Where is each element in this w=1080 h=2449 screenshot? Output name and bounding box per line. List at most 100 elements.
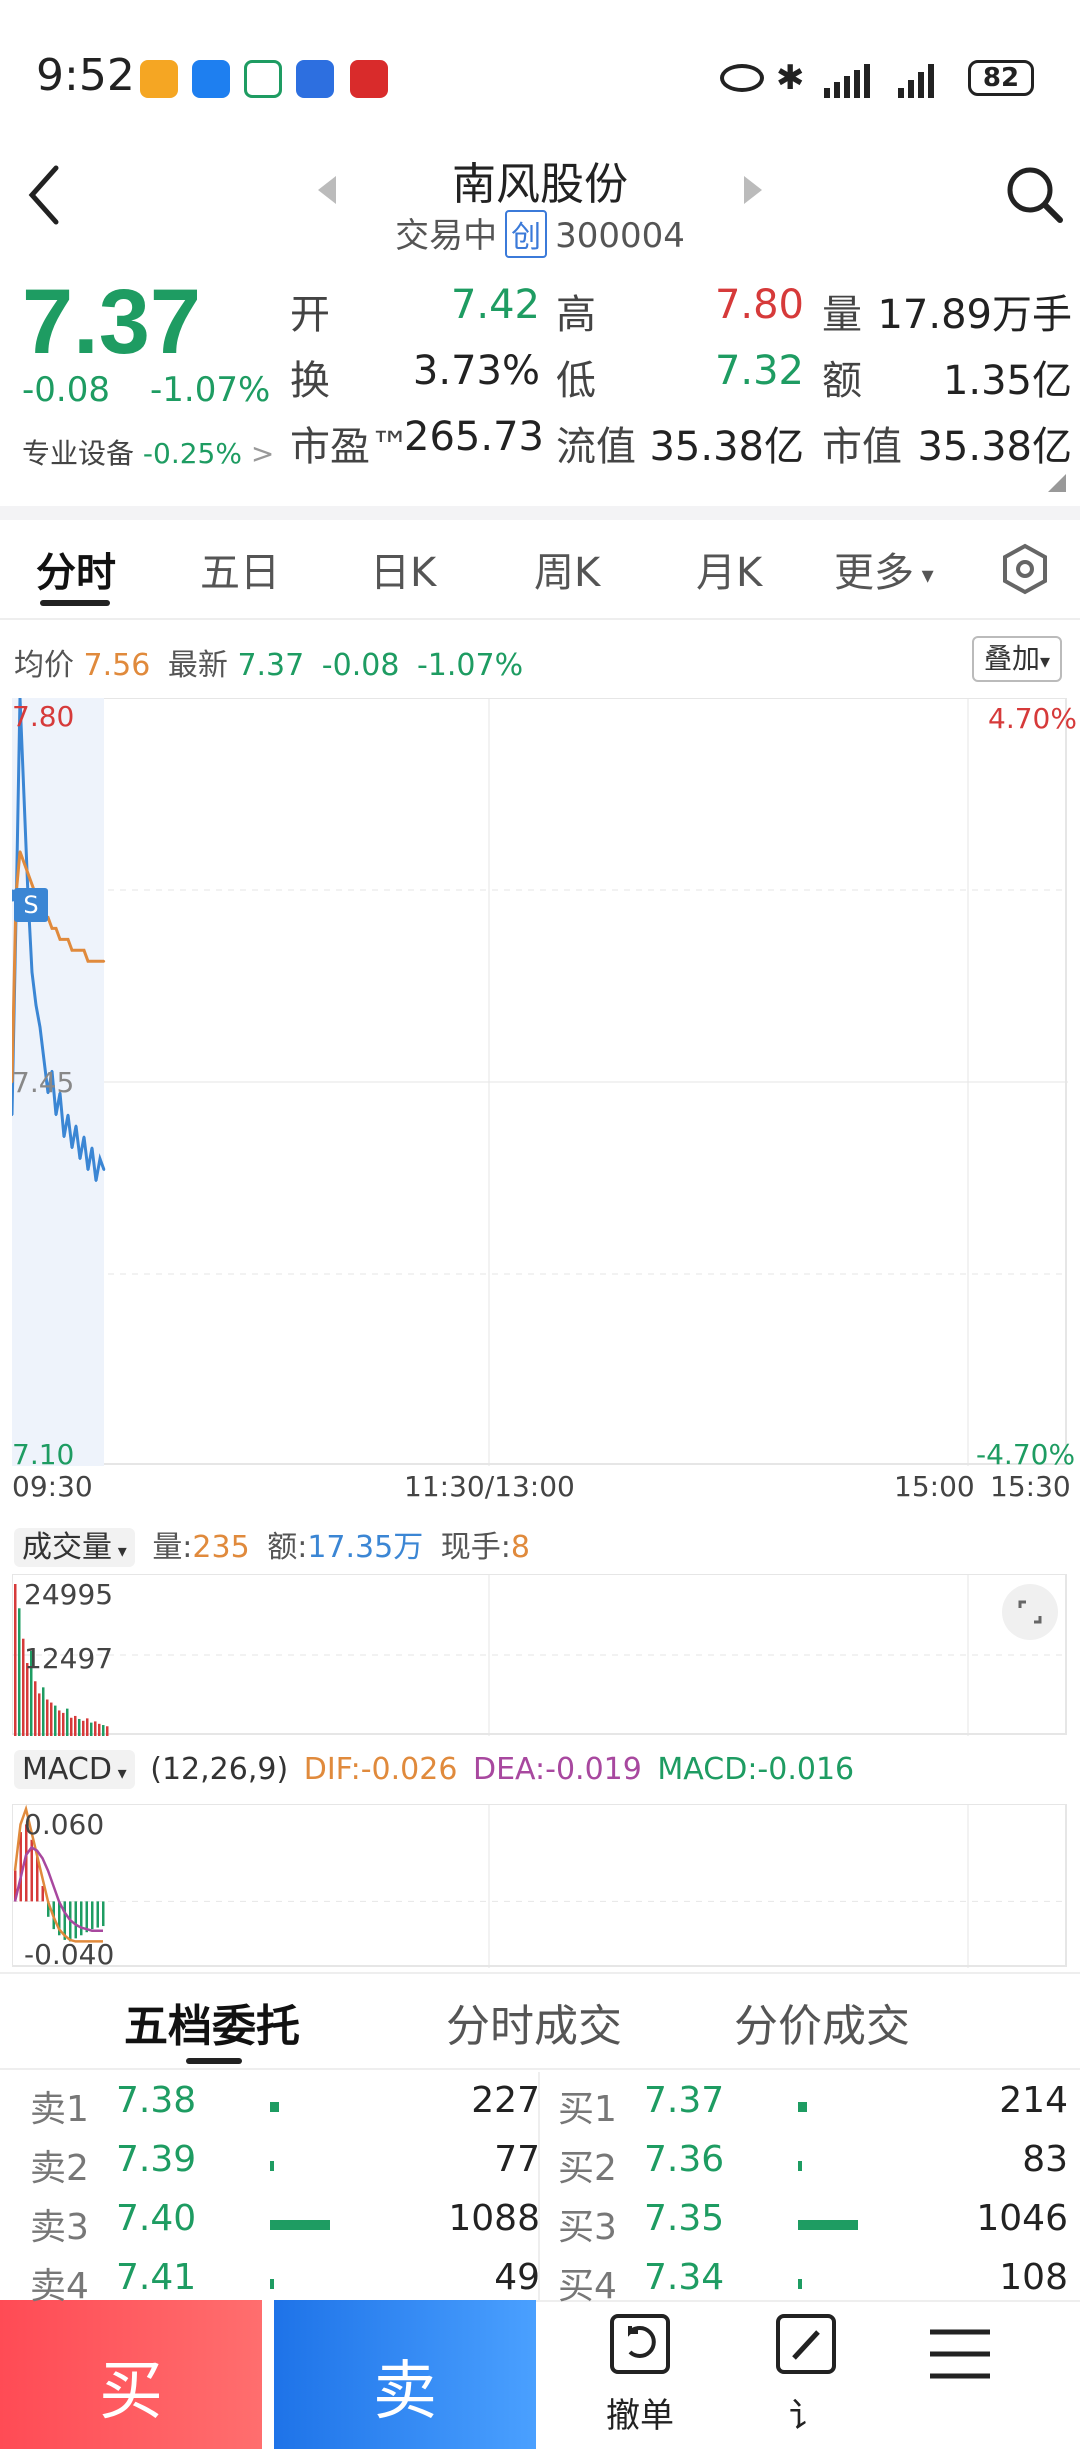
order-volume-bar [798, 2279, 802, 2289]
hand-value: 8 [510, 1530, 530, 1565]
volume-bar-0 [14, 1584, 17, 1736]
volume-chart[interactable] [11, 1573, 1068, 1736]
weibo-app-icon [140, 60, 178, 98]
search-icon[interactable] [1002, 162, 1066, 226]
macd-value: MACD:-0.016 [657, 1752, 855, 1787]
order-price: 7.39 [116, 2139, 197, 2180]
sector-info[interactable]: 专业设备 -0.25% > [22, 432, 274, 472]
signal-icon-1 [820, 62, 880, 98]
menu-icon[interactable] [920, 2320, 1000, 2390]
volume-indicator-label: 成交量 [22, 1530, 112, 1565]
macd-chart[interactable] [11, 1803, 1068, 1968]
amount-label: 额 [822, 358, 862, 404]
macd-bar-14 [91, 1901, 94, 1930]
macd-bar-1 [19, 1832, 22, 1902]
order-book-row-right-0[interactable]: 买1 7.37 214 [558, 2080, 1068, 2136]
tab-monthly-k[interactable]: 月K [696, 540, 762, 598]
sell-label: 卖 [373, 2355, 437, 2429]
tab-intraday-trades[interactable]: 分时成交 [446, 1990, 622, 2054]
intraday-point-1-13 [62, 938, 66, 941]
intraday-point-1-10 [50, 927, 54, 930]
order-book-row-left-2[interactable]: 卖3 7.40 1088 [30, 2198, 540, 2254]
volume-indicator-dropdown[interactable]: 成交量 ▾ [14, 1528, 135, 1567]
tab-price-trades[interactable]: 分价成交 [734, 1990, 910, 2054]
market-cap-value: 35.38亿 [917, 424, 1072, 470]
overlay-caret-icon: ▾ [1039, 649, 1051, 673]
order-book-row-left-0[interactable]: 卖1 7.38 227 [30, 2080, 540, 2136]
fullscreen-icon[interactable] [1002, 1584, 1058, 1640]
study-app-icon [350, 60, 388, 98]
high-label: 高 [556, 292, 596, 338]
x-tick-noon: 11:30/13:00 [404, 1470, 575, 1503]
order-price: 7.36 [644, 2139, 725, 2180]
macd-bar-15 [96, 1901, 99, 1928]
order-volume-bar [270, 2220, 330, 2230]
order-book-row-left-1[interactable]: 卖2 7.39 77 [30, 2139, 540, 2195]
market-cap-label: 市值 [822, 424, 902, 470]
volume-bar-17 [82, 1720, 85, 1736]
order-volume: 227 [471, 2080, 540, 2121]
macd-indicator-dropdown[interactable]: MACD ▾ [14, 1750, 135, 1789]
tab-more[interactable]: 更多 ▾ [834, 540, 934, 598]
paper-plane-app-icon [192, 60, 230, 98]
order-volume: 1046 [976, 2198, 1068, 2239]
trade-signal-marker[interactable]: S [14, 888, 48, 922]
volume-tick-high: 24995 [24, 1578, 114, 1611]
amt-label: 额: [267, 1530, 308, 1565]
order-volume-bar [270, 2102, 279, 2112]
blue-app-icon [296, 60, 334, 98]
volume-bar-19 [90, 1722, 93, 1736]
order-book-tab-indicator [186, 2058, 242, 2064]
volume-bar-14 [70, 1717, 73, 1736]
current-price: 7.37 [22, 271, 202, 373]
tab-daily-k[interactable]: 日K [370, 540, 436, 598]
intraday-point-1-12 [58, 938, 62, 941]
intraday-point-1-21 [94, 960, 98, 963]
order-price: 7.38 [116, 2080, 197, 2121]
order-level-label: 买1 [558, 2089, 617, 2130]
order-book-row-right-1[interactable]: 买2 7.36 83 [558, 2139, 1068, 2195]
intraday-point-0-23 [102, 1168, 106, 1171]
price-change-pct: -1.07% [150, 370, 271, 410]
volume-value: 17.89万手 [877, 292, 1072, 338]
order-book-row-right-3[interactable]: 买4 7.34 108 [558, 2257, 1068, 2313]
order-price: 7.35 [644, 2198, 725, 2239]
overlay-dropdown-button[interactable]: 叠加▾ [972, 636, 1062, 682]
intraday-point-1-3 [22, 861, 26, 864]
intraday-point-1-20 [90, 960, 94, 963]
intraday-chart[interactable] [6, 696, 1068, 1466]
macd-indicator-label: MACD [22, 1752, 112, 1787]
buy-button[interactable]: 买 [0, 2300, 262, 2449]
order-book-row-right-2[interactable]: 买3 7.35 1046 [558, 2198, 1068, 2254]
volume-bar-18 [86, 1718, 89, 1736]
latest-label: 最新 [167, 648, 228, 683]
order-level-label: 买2 [558, 2148, 617, 2189]
order-volume: 1088 [448, 2198, 540, 2239]
intraday-point-1-19 [86, 960, 90, 963]
board-badge: 创 [505, 210, 548, 258]
order-book-row-left-3[interactable]: 卖4 7.41 49 [30, 2257, 540, 2313]
tab-weekly-k[interactable]: 周K [534, 540, 600, 598]
open-value: 7.42 [450, 282, 540, 328]
tab-five-day[interactable]: 五日 [200, 540, 280, 598]
intraday-point-0-20 [90, 1146, 94, 1150]
tab-intraday[interactable]: 分时 [36, 540, 116, 598]
y-tick-high: 7.80 [12, 700, 75, 733]
order-level-label: 卖4 [30, 2266, 89, 2307]
volume-frame [11, 1573, 1067, 1735]
bluetooth-icon: ✱ [776, 58, 805, 98]
hand-label: 现手: [440, 1530, 511, 1565]
expand-corner-icon[interactable] [1048, 474, 1066, 492]
order-level-label: 买3 [558, 2207, 617, 2248]
status-time: 9:52 [36, 50, 135, 101]
cancel-order-button[interactable]: 撤单 [590, 2310, 690, 2440]
settings-hexagon-icon[interactable] [998, 542, 1052, 596]
sell-button[interactable]: 卖 [274, 2300, 536, 2449]
intraday-point-0-11 [54, 1113, 58, 1117]
tab-five-level-orders[interactable]: 五档委托 [124, 1990, 300, 2054]
intraday-point-1-16 [74, 949, 78, 952]
macd-caret-icon: ▾ [111, 1763, 127, 1784]
intraday-point-1-4 [26, 872, 30, 875]
edit-order-button[interactable]: 讠 [756, 2310, 856, 2440]
volume-bar-15 [74, 1715, 77, 1736]
